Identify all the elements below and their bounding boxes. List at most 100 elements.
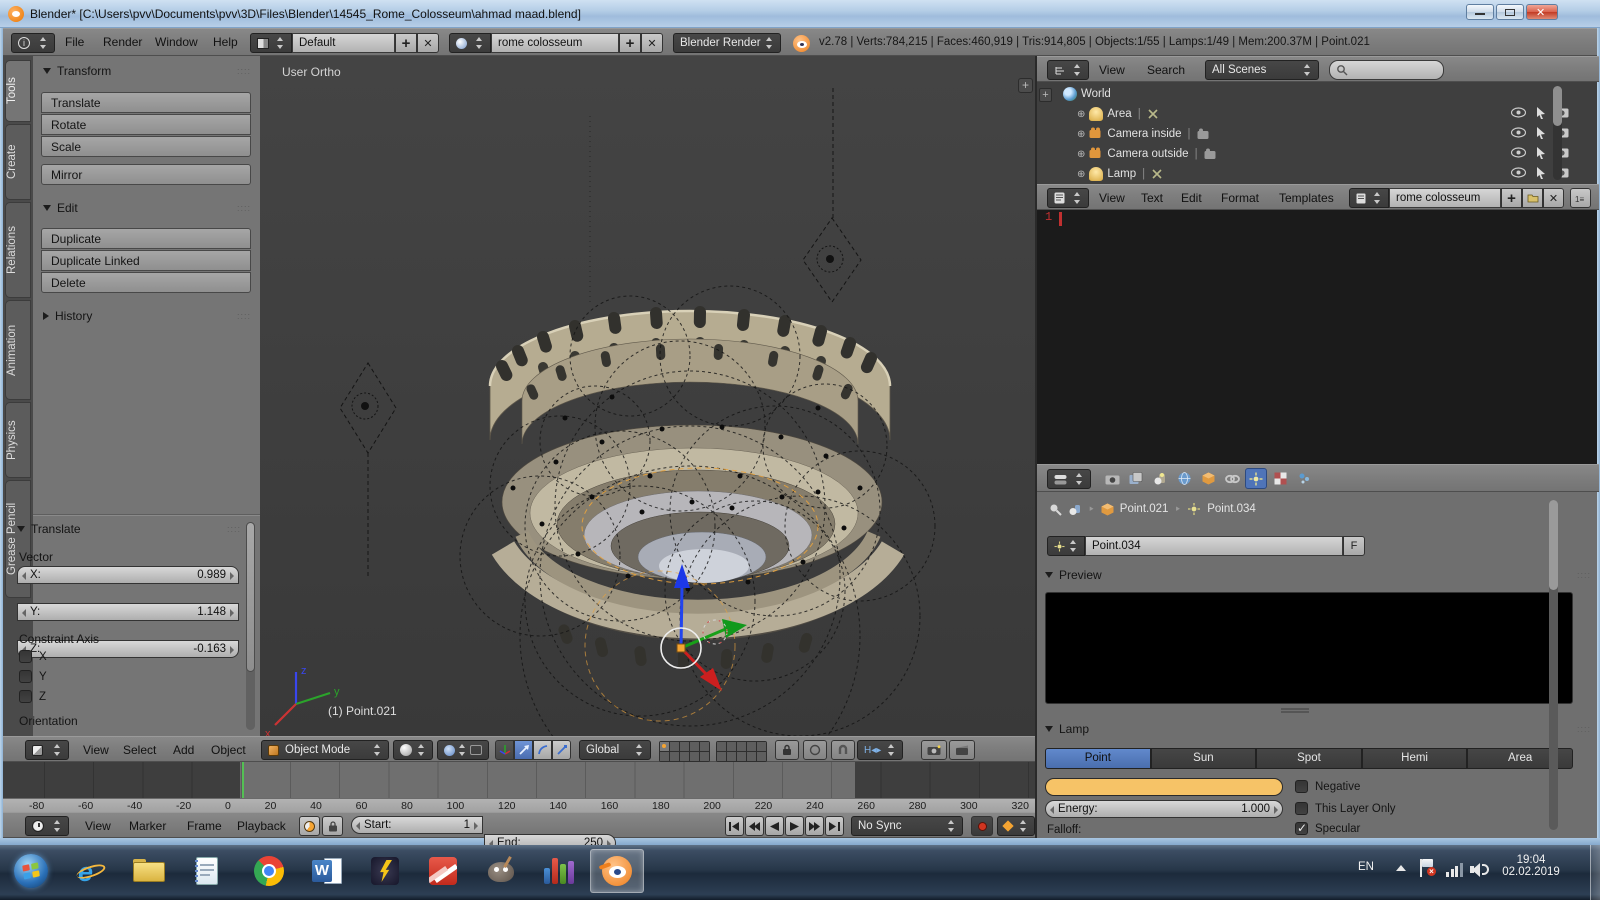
scene-name-field[interactable]: rome colosseum	[491, 33, 619, 53]
this-layer-only-checkbox[interactable]	[1295, 802, 1308, 815]
menu-outliner-view[interactable]: View	[1095, 57, 1129, 83]
visibility-eye-icon[interactable]	[1511, 127, 1526, 138]
minimize-button[interactable]	[1466, 4, 1494, 20]
screen-layout-field[interactable]: Default	[292, 33, 395, 53]
tab-world[interactable]	[1173, 468, 1195, 489]
viewport-shading-select[interactable]	[393, 740, 433, 760]
tab-create[interactable]: Create	[5, 124, 31, 200]
menu-add[interactable]: Add	[169, 737, 198, 763]
taskbar-word[interactable]: W	[300, 849, 354, 893]
manipulator-rotate-button[interactable]	[533, 740, 552, 760]
breadcrumb-data-name[interactable]: Point.034	[1207, 503, 1256, 515]
properties-scrollbar[interactable]	[1549, 500, 1558, 830]
menu-text-format[interactable]: Format	[1217, 185, 1263, 211]
panel-header-edit[interactable]: Edit ::::	[43, 201, 251, 215]
menu-tl-marker[interactable]: Marker	[125, 813, 170, 839]
editor-type-timeline-button[interactable]	[25, 816, 69, 836]
panel-drag-dots-icon[interactable]: ::::	[237, 66, 251, 76]
tab-object[interactable]	[1197, 468, 1219, 489]
expand-plus-icon[interactable]: ⊕	[1077, 109, 1085, 120]
expand-plus-icon[interactable]: ⊕	[1077, 169, 1085, 180]
jump-to-start-button[interactable]	[725, 816, 744, 836]
menu-window[interactable]: Window	[151, 29, 202, 55]
outliner-item-camera-inside[interactable]: ⊕ Camera inside |	[1063, 124, 1599, 144]
auto-keyframe-button[interactable]	[971, 816, 993, 836]
region-expand-plus[interactable]: +	[1039, 88, 1052, 102]
tab-texture[interactable]	[1269, 468, 1291, 489]
lamp-color-swatch[interactable]	[1045, 778, 1283, 796]
tab-tools[interactable]: Tools	[5, 60, 31, 122]
delete-button[interactable]: Delete	[41, 272, 251, 293]
clock[interactable]: 19:04 02.02.2019	[1496, 854, 1566, 878]
lock-frame-button[interactable]	[322, 816, 343, 836]
opengl-render-button[interactable]	[921, 740, 947, 760]
volume-icon[interactable]	[1470, 862, 1490, 878]
add-layout-button[interactable]	[395, 33, 417, 53]
menu-object[interactable]: Object	[207, 737, 250, 763]
taskbar-blender-active[interactable]	[590, 849, 644, 893]
translate-button[interactable]: Translate	[41, 92, 251, 113]
manipulator-translate-button[interactable]	[514, 740, 533, 760]
language-indicator[interactable]: EN	[1358, 861, 1374, 873]
selectable-cursor-icon[interactable]	[1535, 127, 1546, 139]
panel-drag-dots-icon[interactable]: ::::	[227, 524, 241, 534]
add-scene-button[interactable]	[619, 33, 641, 53]
show-desktop-button[interactable]	[1590, 845, 1600, 900]
panel-drag-dots-icon[interactable]: ::::	[237, 311, 251, 321]
lamp-type-hemi[interactable]: Hemi	[1362, 748, 1468, 769]
manipulator-axes-icon-button[interactable]	[495, 740, 514, 760]
new-text-button[interactable]	[1501, 188, 1522, 208]
snap-button[interactable]	[831, 740, 855, 760]
specular-checkbox[interactable]	[1295, 822, 1308, 835]
viewport-scene[interactable]: z y x	[260, 56, 1035, 736]
taskbar-lightning-app[interactable]	[358, 849, 412, 893]
editor-type-3dview-button[interactable]	[25, 740, 69, 760]
timeline-ruler[interactable]	[3, 762, 1035, 798]
editor-type-text-button[interactable]	[1047, 188, 1089, 208]
display-mode-select[interactable]: All Scenes	[1205, 60, 1319, 80]
panel-drag-dots-icon[interactable]: ::::	[1577, 570, 1591, 580]
constraint-z-checkbox[interactable]	[19, 690, 32, 703]
selectable-cursor-icon[interactable]	[1535, 167, 1546, 179]
taskbar-file-explorer[interactable]	[122, 849, 176, 893]
visibility-eye-icon[interactable]	[1511, 107, 1526, 118]
visibility-eye-icon[interactable]	[1511, 167, 1526, 178]
duplicate-button[interactable]: Duplicate	[41, 228, 251, 249]
lamp-type-point[interactable]: Point	[1045, 748, 1151, 769]
action-center-flag-icon[interactable]: ×	[1420, 859, 1434, 879]
tab-physics[interactable]: Physics	[5, 402, 31, 478]
panel-header-preview[interactable]: Preview ::::	[1045, 568, 1591, 582]
outliner-scrollbar[interactable]	[1553, 86, 1562, 180]
render-engine-select[interactable]: Blender Render	[673, 33, 781, 53]
text-datablock-icon-button[interactable]	[1349, 188, 1389, 208]
menu-outliner-search[interactable]: Search	[1143, 57, 1189, 83]
lamp-type-sun[interactable]: Sun	[1151, 748, 1257, 769]
panel-header-history[interactable]: History ::::	[43, 309, 251, 323]
datablock-name-field[interactable]: Point.034	[1085, 536, 1343, 556]
scale-button[interactable]: Scale	[41, 136, 251, 157]
lamp-datablock-icon-button[interactable]	[1047, 536, 1085, 556]
vector-y-field[interactable]: Y:1.148	[17, 603, 239, 621]
mirror-button[interactable]: Mirror	[41, 164, 251, 185]
use-preview-range-button[interactable]	[299, 816, 320, 836]
panel-header-lamp[interactable]: Lamp ::::	[1045, 722, 1591, 736]
fake-user-button[interactable]: F	[1343, 536, 1365, 556]
menu-tl-playback[interactable]: Playback	[233, 813, 290, 839]
panel-header-transform[interactable]: Transform ::::	[43, 64, 251, 78]
tray-expand-icon[interactable]	[1396, 865, 1406, 871]
expand-plus-icon[interactable]: ⊕	[1077, 129, 1085, 140]
manipulator-scale-button[interactable]	[552, 740, 571, 760]
line-numbers-toggle[interactable]: 1≡	[1570, 188, 1591, 208]
outliner-search-field[interactable]	[1329, 60, 1444, 80]
breadcrumb-object-name[interactable]: Point.021	[1120, 503, 1169, 515]
constraint-x-checkbox[interactable]	[19, 650, 32, 663]
pivot-point-select[interactable]	[437, 740, 489, 760]
menu-text-text[interactable]: Text	[1137, 185, 1167, 211]
menu-view[interactable]: View	[79, 737, 113, 763]
tab-scene[interactable]	[1149, 468, 1171, 489]
sync-mode-select[interactable]: No Sync	[851, 816, 963, 836]
tab-render[interactable]	[1101, 468, 1123, 489]
lock-to-scene-button[interactable]	[775, 740, 799, 760]
start-button[interactable]	[4, 849, 58, 893]
taskbar-gimp[interactable]	[474, 849, 528, 893]
